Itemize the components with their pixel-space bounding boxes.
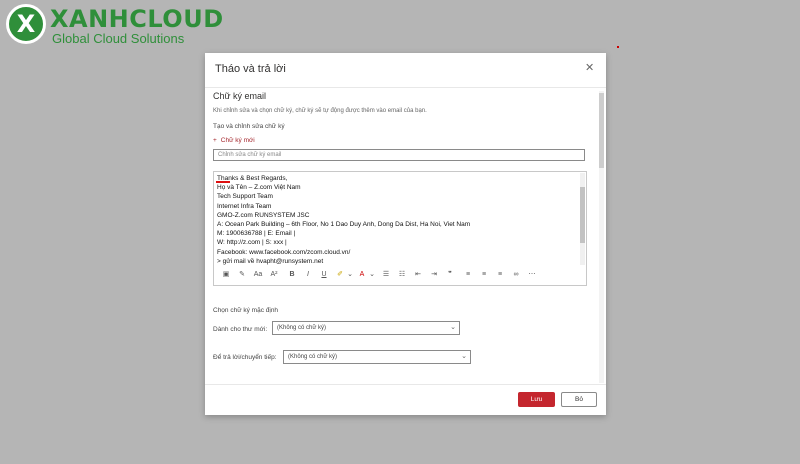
numbered-list-icon[interactable]: ☷ <box>396 268 408 282</box>
italic-icon[interactable]: I <box>302 268 314 282</box>
align-center-icon[interactable]: ≡ <box>478 268 490 282</box>
plus-icon: + <box>213 137 217 144</box>
for-reply-label: Để trả lời/chuyển tiếp: <box>213 354 277 361</box>
close-icon[interactable]: ✕ <box>585 61 594 74</box>
section-title: Chữ ký email <box>213 91 267 101</box>
chevron-down-icon: ⌄ <box>461 353 467 360</box>
signature-editor[interactable]: Thanks & Best Regards, Họ và Tên – Z.com… <box>213 171 587 286</box>
font-color-dropdown-icon[interactable]: ⌄ <box>366 268 378 282</box>
dialog-scrollbar-thumb[interactable] <box>599 93 604 168</box>
underline-icon[interactable]: U <box>318 268 330 282</box>
for-new-label: Dành cho thư mới: <box>213 326 268 333</box>
bold-icon[interactable]: B <box>286 268 298 282</box>
signature-body[interactable]: Thanks & Best Regards, Họ và Tên – Z.com… <box>217 174 579 266</box>
decrease-indent-icon[interactable]: ⇤ <box>412 268 424 282</box>
logo-brand-name: XANHCLOUD <box>50 5 224 33</box>
link-icon[interactable]: ∞ <box>510 268 522 282</box>
signature-line: M: 1900636788 | E: Email | <box>217 230 296 238</box>
signature-line: > gửi mail về hvapht@runsystem.net <box>217 257 324 265</box>
new-signature-button[interactable]: + Chữ ký mới <box>213 137 255 144</box>
signature-line: Tech Support Team <box>217 193 273 201</box>
reply-signature-value: (Không có chữ ký) <box>288 354 338 360</box>
signature-line: Thanks & Best Regards, <box>217 175 288 182</box>
footer-divider <box>205 384 606 385</box>
more-icon[interactable]: ⋯ <box>526 268 538 282</box>
increase-indent-icon[interactable]: ⇥ <box>428 268 440 282</box>
stray-dot <box>617 46 619 48</box>
bullet-list-icon[interactable]: ☰ <box>380 268 392 282</box>
image-icon[interactable]: ▣ <box>220 268 232 282</box>
align-right-icon[interactable]: ≡ <box>494 268 506 282</box>
quote-icon[interactable]: ❞ <box>444 268 456 282</box>
format-painter-icon[interactable]: ✎ <box>236 268 248 282</box>
highlight-dropdown-icon[interactable]: ⌄ <box>344 268 356 282</box>
red-annotation-mark <box>216 181 230 183</box>
default-signature-title: Chọn chữ ký mặc định <box>213 307 279 314</box>
save-button[interactable]: Lưu <box>518 392 555 407</box>
title-divider <box>205 87 606 88</box>
logo-tagline: Global Cloud Solutions <box>52 31 185 46</box>
new-message-signature-value: (Không có chữ ký) <box>277 325 327 331</box>
signature-name-input[interactable]: Chỉnh sửa chữ ký email <box>213 149 585 161</box>
signature-line: Họ và Tên – Z.com Việt Nam <box>217 184 301 192</box>
dialog-title: Tháo và trả lời <box>215 63 286 75</box>
logo-badge: X <box>6 4 46 44</box>
section-description: Khi chỉnh sửa và chọn chữ ký, chữ ký sẽ … <box>213 108 427 114</box>
signature-line: A: Ocean Park Building – 6th Floor, No 1… <box>217 221 471 229</box>
superscript-icon[interactable]: A² <box>268 268 280 282</box>
signature-line: Internet Infra Team <box>217 202 272 210</box>
editor-scrollbar[interactable] <box>580 173 585 265</box>
cancel-button[interactable]: Bỏ <box>561 392 597 407</box>
new-message-signature-select[interactable]: (Không có chữ ký) ⌄ <box>272 321 460 335</box>
align-left-icon[interactable]: ≡ <box>462 268 474 282</box>
editor-scrollbar-thumb[interactable] <box>580 187 585 243</box>
reply-signature-select[interactable]: (Không có chữ ký) ⌄ <box>283 350 471 364</box>
signature-line: GMO-Z.com RUNSYSTEM JSC <box>217 211 310 219</box>
font-size-icon[interactable]: Aa <box>252 268 264 282</box>
chevron-down-icon: ⌄ <box>450 324 456 331</box>
format-toolbar: ▣ ✎ Aa A² B I U ✐ ⌄ A ⌄ ☰ ☷ ⇤ ⇥ ❞ ≡ ≡ ≡ … <box>214 268 586 284</box>
signature-line: W: http://z.com | S: xxx | <box>217 239 287 247</box>
new-signature-label: Chữ ký mới <box>220 137 255 144</box>
xanhcloud-logo: X XANHCLOUD Global Cloud Solutions <box>4 2 223 50</box>
dialog-scrollbar[interactable] <box>599 91 604 383</box>
logo-badge-letter: X <box>16 10 36 38</box>
create-signature-label: Tạo và chỉnh sửa chữ ký <box>213 123 285 130</box>
signature-dialog: Tháo và trả lời ✕ Chữ ký email Khi chỉnh… <box>205 53 606 415</box>
dialog-content: Chữ ký email Khi chỉnh sửa và chọn chữ k… <box>213 91 593 381</box>
signature-line: Facebook: www.facebook.com/zcom.cloud.vn… <box>217 248 351 256</box>
